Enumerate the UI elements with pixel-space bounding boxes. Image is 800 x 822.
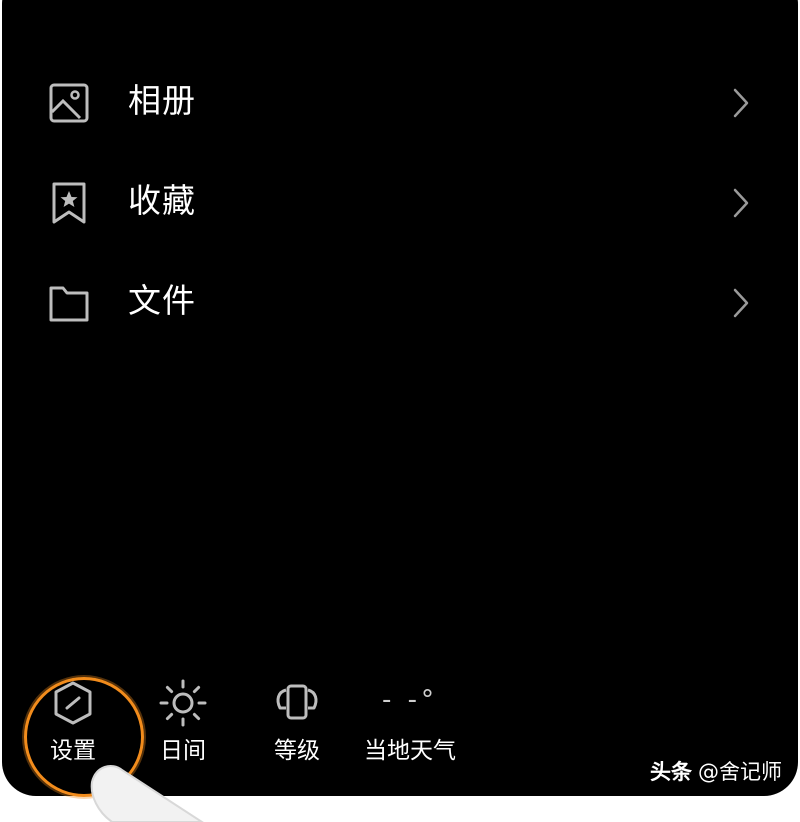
watermark-brand: 头条 [650, 760, 692, 784]
level-button[interactable]: 等级 [242, 670, 352, 770]
menu-item-files[interactable]: 文件 [2, 250, 798, 350]
chevron-right-icon [733, 88, 749, 118]
menu-item-label: 相册 [128, 81, 196, 120]
sun-icon [159, 679, 207, 727]
chevron-right-icon [733, 288, 749, 318]
hand-pointer-icon [90, 765, 204, 822]
level-badge-icon [276, 684, 318, 720]
local-weather-label: 当地天气 [364, 738, 456, 764]
watermark-handle: @舍记师 [698, 760, 782, 784]
card-icon [46, 0, 92, 6]
menu-item-label: 工卡 [128, 0, 196, 4]
menu-item-favorites[interactable]: 收藏 [2, 150, 798, 250]
folder-icon [49, 286, 89, 322]
bookmark-star-icon [52, 182, 86, 224]
local-weather-button[interactable]: - -° 当地天气 [350, 670, 470, 770]
photo-album-icon [49, 83, 89, 123]
menu-item-album[interactable]: 相册 [2, 50, 798, 150]
chevron-right-icon [733, 188, 749, 218]
weather-temperature: - -° [381, 685, 439, 715]
menu-item-card[interactable]: 工卡 [2, 0, 798, 30]
menu-item-label: 文件 [128, 281, 196, 320]
phone-screen: 工卡 相册 收藏 文件 [2, 0, 798, 796]
level-label: 等级 [274, 738, 320, 764]
menu-item-label: 收藏 [128, 181, 196, 220]
watermark: 头条 @舍记师 [650, 758, 782, 786]
